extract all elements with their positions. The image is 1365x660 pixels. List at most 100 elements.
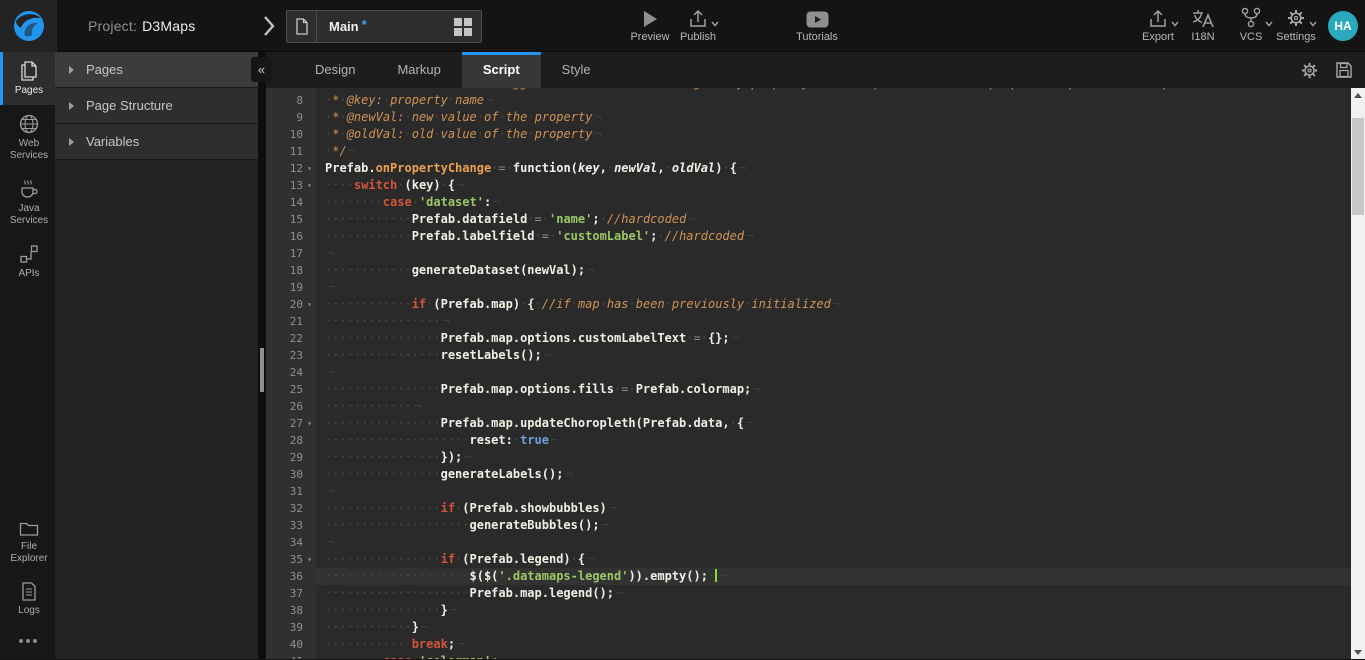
- scroll-up-arrow[interactable]: [1351, 88, 1365, 102]
- sidebar-item-logs[interactable]: Logs: [0, 573, 55, 625]
- code-text[interactable]: Prefab.onPropertyChange·=·function(key,·…: [316, 160, 1351, 177]
- code-text[interactable]: ·*·@oldVal:·old·value·of·the·property¬: [316, 126, 1351, 143]
- code-text[interactable]: ¬: [316, 364, 1351, 381]
- code-text[interactable]: ············Prefab.labelfield·=·'customL…: [316, 228, 1351, 245]
- editor-scrollbar-thumb[interactable]: [1352, 118, 1364, 215]
- sidebar-item-java-services[interactable]: Java Services: [0, 170, 55, 235]
- play-icon: [642, 7, 658, 28]
- page-tab-main[interactable]: Main *: [286, 10, 482, 43]
- code-text[interactable]: ····················$($('.datamaps-legen…: [316, 568, 1351, 585]
- gutter-cell: 33: [266, 517, 316, 534]
- line-number: 19: [269, 279, 303, 296]
- save-icon[interactable]: [1335, 61, 1353, 79]
- tab-style[interactable]: Style: [541, 52, 612, 88]
- tab-markup[interactable]: Markup: [376, 52, 461, 88]
- code-line: 31¬: [266, 483, 1351, 500]
- gutter-cell: 14: [266, 194, 316, 211]
- code-text[interactable]: ········case·'dataset':¬: [316, 194, 1351, 211]
- fold-arrow-icon[interactable]: ▾: [303, 551, 316, 568]
- vcs-button[interactable]: VCS: [1226, 7, 1276, 43]
- i18n-button[interactable]: I18N: [1180, 7, 1226, 43]
- sidebar-item-pages[interactable]: Pages: [0, 52, 55, 105]
- settings-button[interactable]: Settings: [1270, 7, 1322, 43]
- code-text[interactable]: ····················Prefab.map.legend();…: [316, 585, 1351, 602]
- code-text[interactable]: ¬: [316, 245, 1351, 262]
- code-line: 15············Prefab.datafield·=·'name';…: [266, 211, 1351, 228]
- panel-scrollbar[interactable]: [258, 52, 266, 659]
- tab-design[interactable]: Design: [294, 52, 376, 88]
- code-text[interactable]: ····switch·(key)·{¬: [316, 177, 1351, 194]
- fold-arrow-icon[interactable]: ▾: [303, 415, 316, 432]
- code-text[interactable]: ············break;¬: [316, 636, 1351, 653]
- tutorials-button[interactable]: Tutorials: [789, 7, 845, 43]
- scroll-down-arrow[interactable]: [1351, 645, 1365, 659]
- export-button[interactable]: Export: [1130, 7, 1186, 43]
- code-line: 30················generateLabels();¬: [266, 466, 1351, 483]
- coffee-icon: [19, 179, 39, 199]
- line-number: 21: [269, 313, 303, 330]
- line-number: 34: [269, 534, 303, 551]
- code-line: 28····················reset:·true¬: [266, 432, 1351, 449]
- tab-script[interactable]: Script: [462, 52, 541, 88]
- code-text[interactable]: ················Prefab.map.updateChoropl…: [316, 415, 1351, 432]
- editor-settings-gear-icon[interactable]: [1300, 61, 1319, 80]
- sidebar-item-apis[interactable]: APIs: [0, 235, 55, 288]
- code-text[interactable]: ················}¬: [316, 602, 1351, 619]
- page-layout-grid-icon[interactable]: [454, 18, 472, 36]
- panel-scrollbar-thumb[interactable]: [260, 348, 264, 392]
- code-text[interactable]: ····················reset:·true¬: [316, 432, 1351, 449]
- fold-arrow-icon[interactable]: ▾: [303, 177, 316, 194]
- code-text[interactable]: ·*/¬: [316, 143, 1351, 160]
- fold-arrow-icon[interactable]: ▾: [303, 296, 316, 313]
- panel-section-page-structure[interactable]: Page Structure: [55, 88, 258, 124]
- panel-section-variables[interactable]: Variables: [55, 124, 258, 160]
- fold-arrow-icon[interactable]: ▾: [303, 160, 316, 177]
- line-number: 39: [269, 619, 303, 636]
- collapse-panel-button[interactable]: «: [251, 57, 272, 82]
- code-text[interactable]: ············if·(Prefab.map)·{·//if·map·h…: [316, 296, 1351, 313]
- export-icon: [1148, 7, 1168, 28]
- project-breadcrumb: Project: D3Maps: [88, 0, 195, 52]
- export-label: Export: [1142, 31, 1174, 43]
- code-text[interactable]: ¬: [316, 483, 1351, 500]
- code-text[interactable]: ············¬: [316, 398, 1351, 415]
- sidebar-item-web-services[interactable]: Web Services: [0, 105, 55, 170]
- code-line: 12▾Prefab.onPropertyChange·=·function(ke…: [266, 160, 1351, 177]
- code-editor[interactable]: 7·*·This·method·will·be·triggered·when·t…: [266, 88, 1365, 659]
- code-text[interactable]: ·*·@newVal:·new·value·of·the·property¬: [316, 109, 1351, 126]
- gutter-cell: 40: [266, 636, 316, 653]
- code-text[interactable]: ················if·(Prefab.legend)·{¬: [316, 551, 1351, 568]
- code-text[interactable]: ············Prefab.datafield·=·'name';·/…: [316, 211, 1351, 228]
- expand-arrow-icon: [69, 66, 74, 74]
- publish-label: Publish: [680, 31, 716, 43]
- page-icon[interactable]: [287, 11, 317, 42]
- more-options-icon[interactable]: [0, 625, 55, 659]
- code-text[interactable]: ················});¬: [316, 449, 1351, 466]
- code-text[interactable]: ¬: [316, 534, 1351, 551]
- wavemaker-logo[interactable]: [0, 0, 57, 52]
- gutter-cell: 21: [266, 313, 316, 330]
- code-text[interactable]: ¬: [316, 279, 1351, 296]
- editor-scrollbar[interactable]: [1351, 88, 1365, 659]
- gutter-cell: 37: [266, 585, 316, 602]
- code-text[interactable]: ················¬: [316, 313, 1351, 330]
- code-text[interactable]: ················if·(Prefab.showbubbles)¬: [316, 500, 1351, 517]
- code-text[interactable]: ·*·@key:·property·name¬: [316, 92, 1351, 109]
- code-text[interactable]: ········case·'colormap':¬: [316, 653, 1351, 659]
- vcs-label: VCS: [1240, 31, 1263, 43]
- user-avatar[interactable]: HA: [1328, 11, 1358, 41]
- top-bar: Project: D3Maps Main * Preview: [0, 0, 1365, 52]
- code-text[interactable]: ············}¬: [316, 619, 1351, 636]
- line-number: 37: [269, 585, 303, 602]
- youtube-icon: [806, 7, 829, 28]
- sidebar-item-file-explorer[interactable]: File Explorer: [0, 511, 55, 573]
- code-text[interactable]: ················generateLabels();¬: [316, 466, 1351, 483]
- publish-button[interactable]: Publish: [670, 7, 726, 43]
- code-text[interactable]: ················Prefab.map.options.custo…: [316, 330, 1351, 347]
- code-text[interactable]: ············generateDataset(newVal);¬: [316, 262, 1351, 279]
- code-text[interactable]: ····················generateBubbles();¬: [316, 517, 1351, 534]
- code-text[interactable]: ················Prefab.map.options.fills…: [316, 381, 1351, 398]
- code-text[interactable]: ················resetLabels();¬: [316, 347, 1351, 364]
- panel-section-pages[interactable]: Pages: [55, 52, 258, 88]
- gutter-cell: 39: [266, 619, 316, 636]
